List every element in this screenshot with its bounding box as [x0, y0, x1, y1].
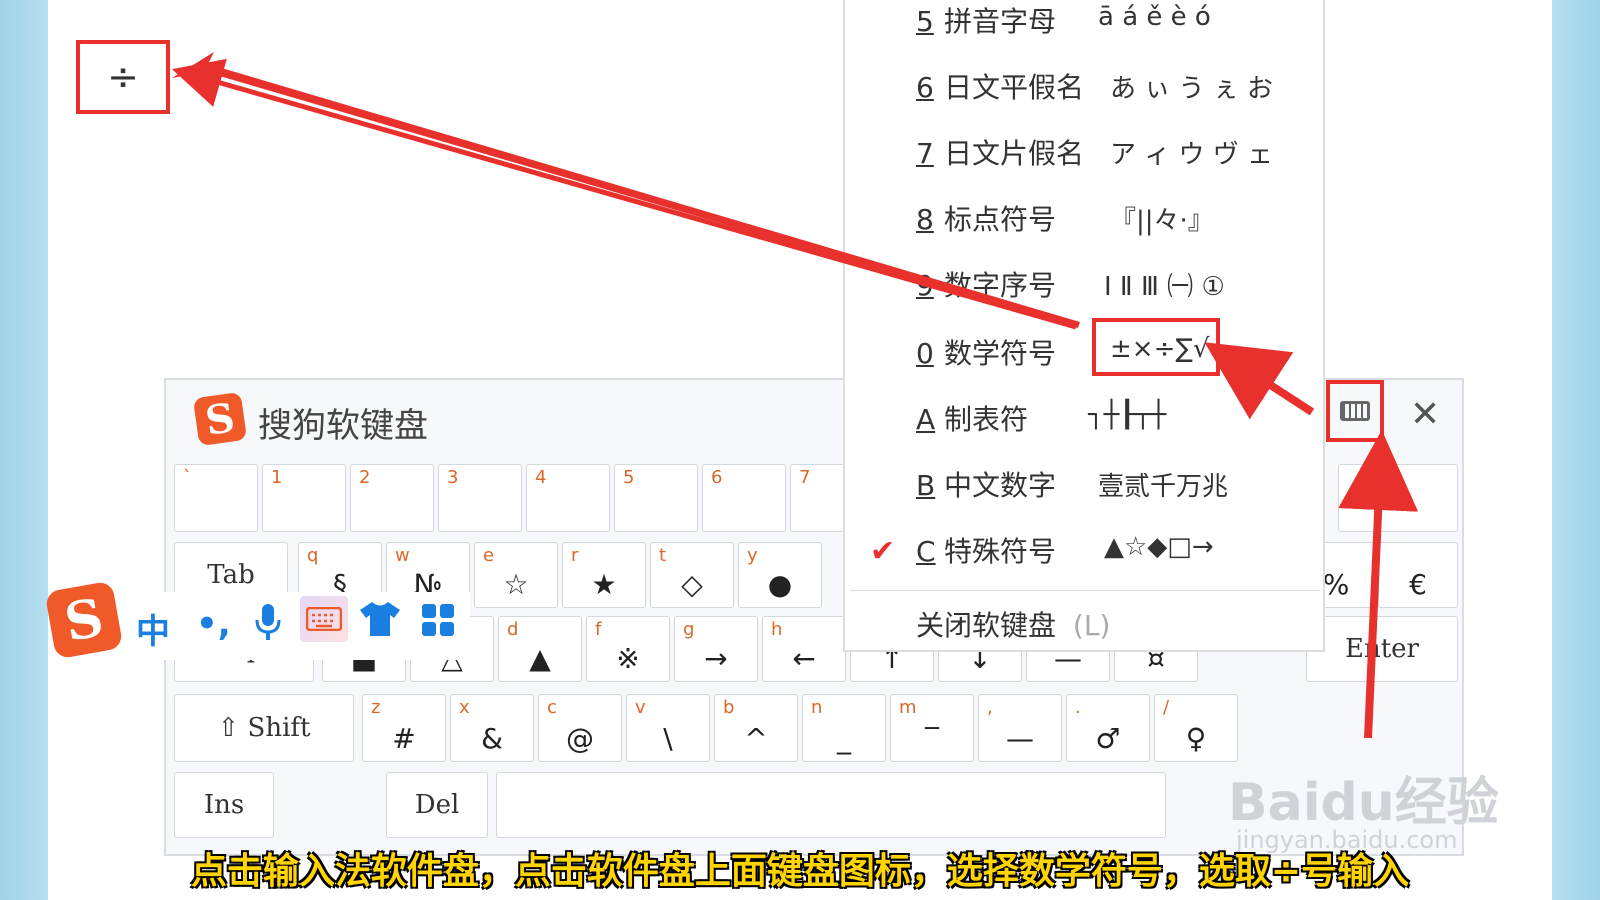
baidu-watermark: Baidu经验 [1228, 773, 1499, 833]
arrow-to-keyboard-icon [1338, 430, 1419, 739]
arrow-to-result [172, 52, 1080, 328]
caption-subtitle: 点击输入法软件盘，点击软件盘上面键盘图标，选择数学符号，选取÷号输入 [190, 851, 1410, 892]
arrow-to-math [1204, 342, 1315, 420]
arrow-to-result-line [171, 58, 1077, 330]
